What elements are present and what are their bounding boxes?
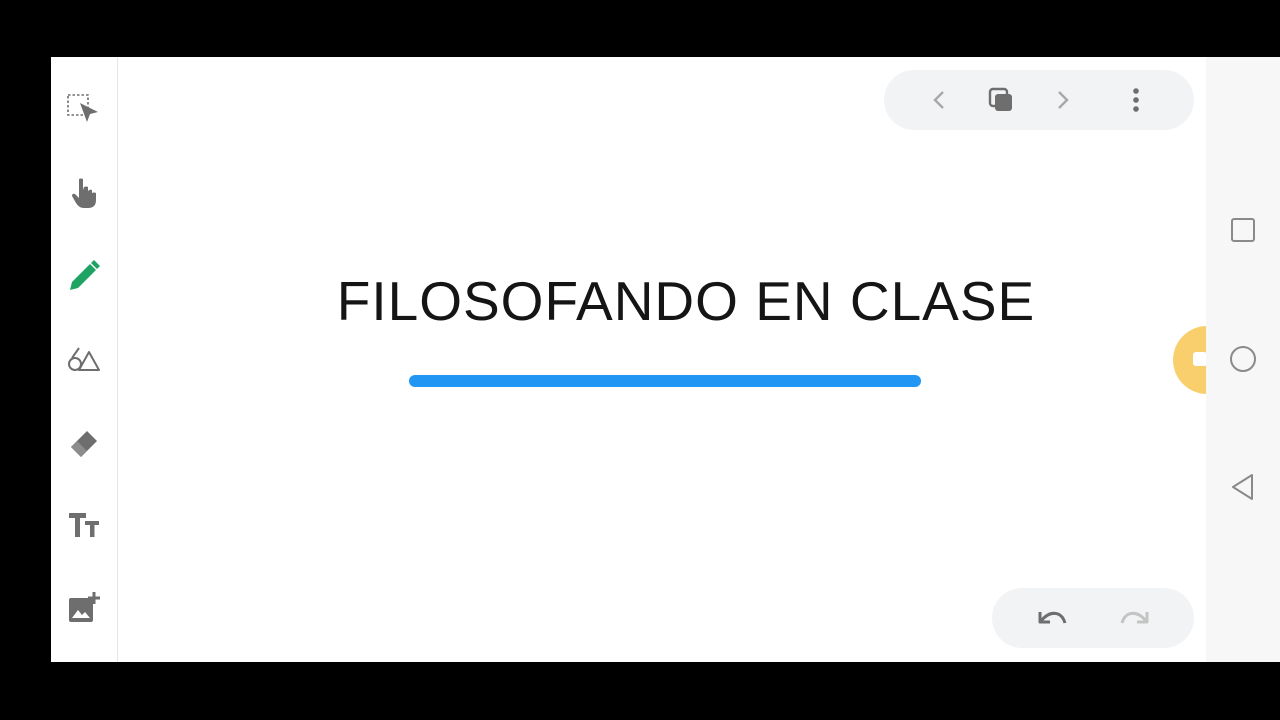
pen-tool-button[interactable] (64, 256, 104, 296)
pages-icon (988, 87, 1012, 111)
canvas-title-text[interactable]: FILOSOFANDO EN CLASE (118, 269, 1254, 333)
eraser-icon (71, 431, 97, 457)
home-circle-icon (1230, 346, 1256, 372)
redo-button[interactable] (1114, 598, 1160, 638)
shapes-tool-button[interactable] (64, 339, 104, 379)
back-triangle-icon (1232, 474, 1253, 500)
more-options-button[interactable] (1116, 80, 1156, 120)
more-vertical-icon (1133, 88, 1139, 112)
shapes-icon (68, 347, 100, 371)
app-screen: FILOSOFANDO EN CLASE (51, 57, 1280, 662)
redo-icon (1120, 611, 1149, 624)
previous-page-button[interactable] (920, 80, 960, 120)
undo-icon (1038, 611, 1067, 624)
insert-image-tool-button[interactable] (64, 588, 104, 628)
pages-overview-button[interactable] (981, 80, 1021, 120)
back-button[interactable] (1226, 470, 1260, 504)
selection-icon (67, 94, 98, 122)
system-navigation-bar (1206, 57, 1280, 662)
chevron-left-icon (933, 91, 944, 109)
screen-recorder-icon (1193, 352, 1207, 366)
hand-icon (72, 178, 96, 208)
pen-icon (70, 260, 100, 290)
recents-square-icon (1231, 218, 1255, 242)
recents-button[interactable] (1226, 213, 1260, 247)
eraser-tool-button[interactable] (64, 422, 104, 462)
home-button[interactable] (1226, 342, 1260, 376)
chevron-right-icon (1058, 91, 1069, 109)
whiteboard-canvas[interactable]: FILOSOFANDO EN CLASE (118, 57, 1206, 662)
blue-underline-stroke[interactable] (409, 375, 921, 387)
page-navigator (884, 70, 1194, 130)
select-tool-button[interactable] (64, 90, 104, 130)
history-controls (992, 588, 1194, 648)
text-tool-button[interactable] (64, 505, 104, 545)
text-icon (69, 513, 99, 537)
add-image-icon (69, 592, 100, 622)
next-page-button[interactable] (1042, 80, 1082, 120)
undo-button[interactable] (1027, 598, 1073, 638)
hand-tool-button[interactable] (64, 173, 104, 213)
tool-sidebar (51, 57, 118, 662)
